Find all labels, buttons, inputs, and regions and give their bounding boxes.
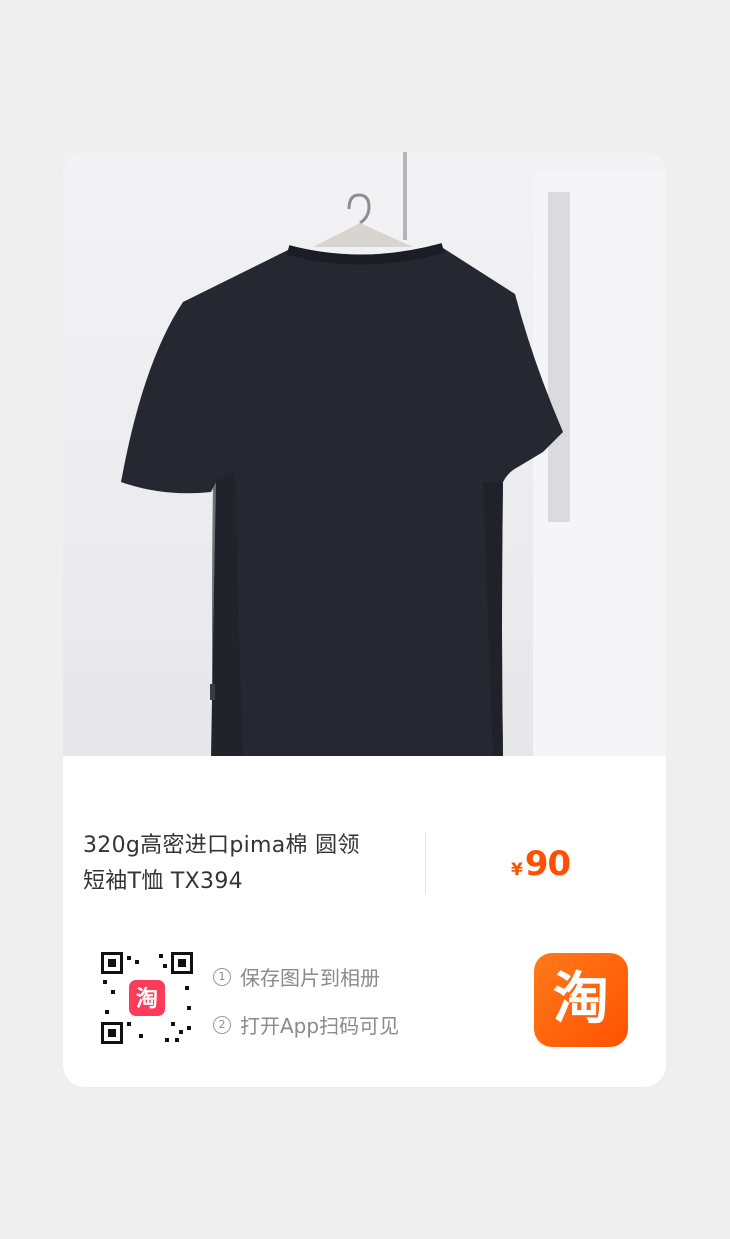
product-title-line2: 短袖T恤 TX394: [83, 869, 243, 894]
currency-symbol: ¥: [511, 860, 523, 880]
share-step-1: 1 保存图片到相册: [213, 962, 380, 991]
tshirt-photo: [121, 152, 666, 756]
product-title-line1: 320g高密进口pima棉 圆领: [83, 833, 360, 858]
step-number-1: 1: [213, 967, 231, 986]
taobao-app-icon[interactable]: 淘: [534, 953, 628, 1047]
qr-code-icon[interactable]: 淘: [99, 950, 195, 1046]
taobao-app-icon-char: 淘: [553, 967, 609, 1032]
product-title: 320g高密进口pima棉 圆领 短袖T恤 TX394: [83, 828, 418, 900]
price-value: 90: [524, 844, 571, 884]
share-step-2: 2 打开App扫码可见: [213, 1010, 399, 1039]
step-text-scan: 打开App扫码可见: [240, 1014, 400, 1038]
qr-center-logo: 淘: [136, 986, 158, 1012]
step-number-2: 2: [213, 1015, 231, 1034]
product-image[interactable]: [63, 152, 666, 756]
share-card: 320g高密进口pima棉 圆领 短袖T恤 TX394 ¥90 淘 1 保存图片…: [63, 152, 666, 1087]
product-price: ¥90: [511, 844, 571, 884]
title-price-divider: [425, 832, 426, 894]
step-text-save: 保存图片到相册: [240, 966, 380, 990]
